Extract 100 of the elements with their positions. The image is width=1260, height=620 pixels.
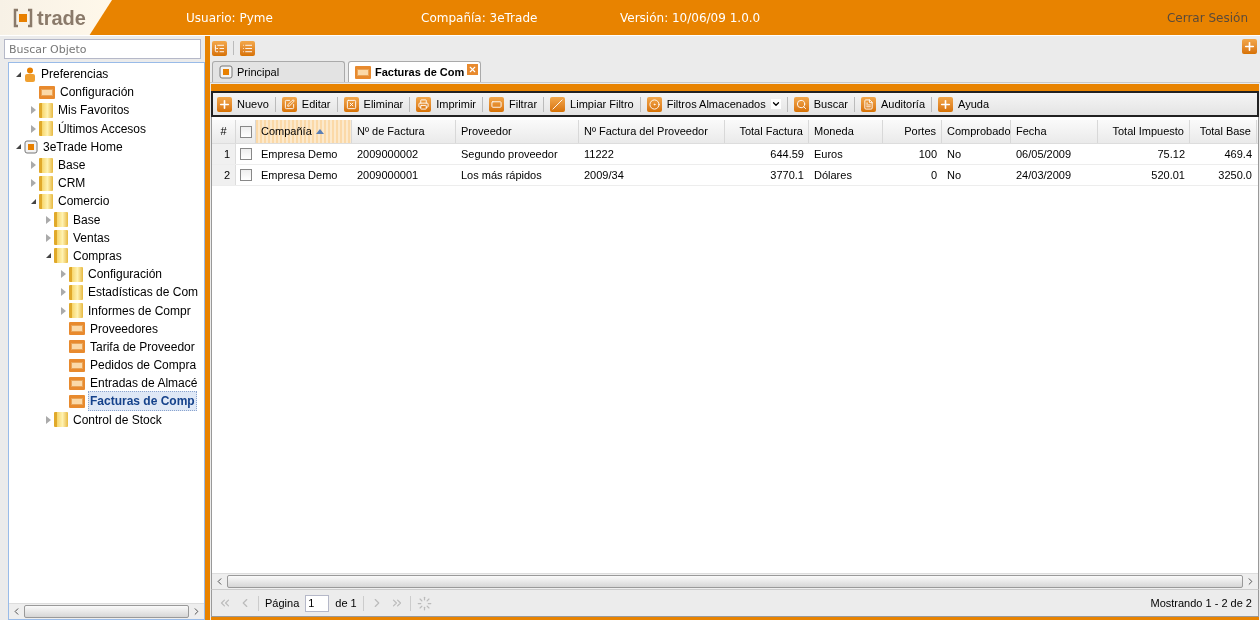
folder-icon: [39, 193, 53, 209]
table-cell-text: Empresa Demo: [260, 167, 339, 183]
table-cell-text: 75.12: [1156, 146, 1186, 162]
plus-icon: [1242, 38, 1257, 54]
tree-item[interactable]: Comercio: [56, 191, 112, 212]
table-icon: [39, 85, 55, 99]
tree-item[interactable]: Pedidos de Compra: [88, 355, 199, 376]
folder-icon: [69, 266, 83, 282]
column-header[interactable]: Total Factura: [725, 120, 809, 143]
page-field[interactable]: 1: [305, 594, 330, 612]
toolbar-button[interactable]: Auditoría: [860, 94, 926, 114]
table-row[interactable]: 2 Empresa Demo 2009000001 Los más rápidos 2009/34 3770.1 Dólares 0 No 24/03/2009 520.01 3250.0: [212, 165, 1258, 186]
table-cell-text: 24/03/2009: [1015, 167, 1073, 183]
row-checkbox[interactable]: [240, 169, 252, 181]
folder-icon: [39, 175, 53, 191]
tree-item[interactable]: Informes de Compr: [86, 300, 193, 321]
column-header[interactable]: Proveedor: [456, 120, 579, 143]
plus-icon: [217, 96, 232, 112]
grid-scrollbar[interactable]: [212, 573, 1258, 589]
row-checkbox[interactable]: [240, 148, 252, 160]
plus-icon: [938, 96, 953, 112]
column-header[interactable]: Nº Factura del Proveedor: [579, 120, 725, 143]
table-cell-text: 2009000001: [356, 167, 420, 183]
toolbar-button[interactable]: Filtros Almacenados: [645, 94, 782, 114]
dropdown-icon[interactable]: [770, 99, 781, 109]
logo-text: trade: [37, 7, 86, 28]
column-header[interactable]: Total Impuesto: [1098, 120, 1190, 143]
refresh-icon[interactable]: [416, 595, 432, 611]
folder-icon: [54, 212, 68, 228]
tab[interactable]: Facturas de Com: [348, 61, 481, 82]
column-header[interactable]: Compañía: [256, 120, 352, 143]
column-header[interactable]: Portes: [883, 120, 942, 143]
toolbar-button[interactable]: Nuevo: [216, 94, 270, 114]
company-label: Compañía: 3eTrade: [421, 9, 539, 27]
table-cell-text: Los más rápidos: [460, 167, 543, 183]
status-text: Mostrando 1 - 2 de 2: [1150, 595, 1252, 611]
table-cell-text: Segundo proveedor: [460, 146, 559, 162]
column-header[interactable]: Comprobado: [942, 120, 1011, 143]
close-icon[interactable]: [467, 64, 478, 75]
table-icon: [69, 376, 85, 390]
table-cell-text: 2009/34: [583, 167, 625, 183]
tree-item[interactable]: Últimos Accesos: [56, 118, 149, 139]
toolbar-button[interactable]: Editar: [280, 94, 332, 114]
tree-item[interactable]: Proveedores: [88, 318, 161, 339]
tree-item[interactable]: Facturas de Comp: [88, 391, 197, 412]
sort-ascending-icon: [315, 129, 324, 134]
search-field[interactable]: Buscar Objeto: [4, 39, 201, 59]
table-row[interactable]: 1 Empresa Demo 2009000002 Segundo proveedor 11222 644.59 Euros 100 No 06/05/2009 75.12 469.4: [212, 144, 1258, 165]
tree-item[interactable]: Mis Favoritos: [56, 100, 132, 121]
toolbar-button[interactable]: Eliminar: [342, 94, 405, 114]
list-view-icon: [240, 40, 255, 56]
tree-item[interactable]: Base: [56, 155, 88, 176]
table-cell-text: No: [946, 167, 963, 183]
tree-item[interactable]: Compras: [71, 245, 124, 266]
first-page-icon[interactable]: [218, 596, 232, 610]
table-cell-text: 0: [929, 167, 938, 183]
tree-item[interactable]: Entradas de Almacé: [88, 373, 200, 394]
user-label: Usuario: Pyme: [186, 9, 274, 27]
expanded-arrow-icon[interactable]: [15, 71, 21, 77]
table-cell-text: 2009000002: [356, 146, 420, 162]
tree-item[interactable]: Tarifa de Proveedor: [88, 336, 197, 357]
tree-item[interactable]: 3eTrade Home: [41, 136, 125, 157]
table-cell-text: 06/05/2009: [1015, 146, 1073, 162]
folder-icon: [69, 284, 83, 300]
table-cell-text: 3770.1: [769, 167, 805, 183]
folder-icon: [39, 102, 53, 118]
select-all-checkbox[interactable]: [239, 125, 252, 138]
toolbar-button[interactable]: Buscar: [792, 94, 849, 114]
table-cell-text: 520.01: [1150, 167, 1186, 183]
table-cell-text: 644.59: [769, 146, 805, 162]
toolbar-button[interactable]: Limpiar Filtro: [549, 94, 635, 114]
tree-item[interactable]: Configuración: [86, 264, 165, 285]
column-header[interactable]: Fecha: [1011, 120, 1098, 143]
document-icon: [861, 96, 876, 112]
column-header[interactable]: Total Base: [1190, 120, 1257, 143]
toolbar-button[interactable]: Filtrar: [488, 94, 539, 114]
table-cell-text: 100: [917, 146, 938, 162]
table-cell-text: No: [946, 146, 963, 162]
table-cell-text: Euros: [813, 146, 844, 162]
tree-item[interactable]: Ventas: [71, 227, 112, 248]
table-icon: [69, 358, 85, 372]
person-icon: [24, 66, 36, 82]
column-header: #: [212, 120, 236, 143]
tree-item[interactable]: Base: [71, 209, 103, 230]
tree-item[interactable]: CRM: [56, 173, 88, 194]
folder-icon: [39, 157, 53, 173]
tree-item[interactable]: Configuración: [58, 82, 137, 103]
page-label: Página: [265, 595, 300, 611]
tab[interactable]: Principal: [212, 61, 345, 82]
toolbar-button[interactable]: Ayuda: [937, 94, 990, 114]
column-header[interactable]: Nº de Factura: [352, 120, 456, 143]
tree-item[interactable]: Preferencias: [39, 64, 111, 85]
tree-scrollbar[interactable]: [9, 603, 204, 619]
page-count: de 1: [335, 595, 357, 611]
table-cell-text: 3250.0: [1217, 167, 1253, 183]
logo-icon: [24, 139, 38, 154]
tree-item[interactable]: Estadísticas de Com: [86, 282, 201, 303]
column-header[interactable]: Moneda: [809, 120, 883, 143]
tree-item[interactable]: Control de Stock: [71, 409, 164, 430]
toolbar-button[interactable]: Imprimir: [415, 94, 477, 114]
